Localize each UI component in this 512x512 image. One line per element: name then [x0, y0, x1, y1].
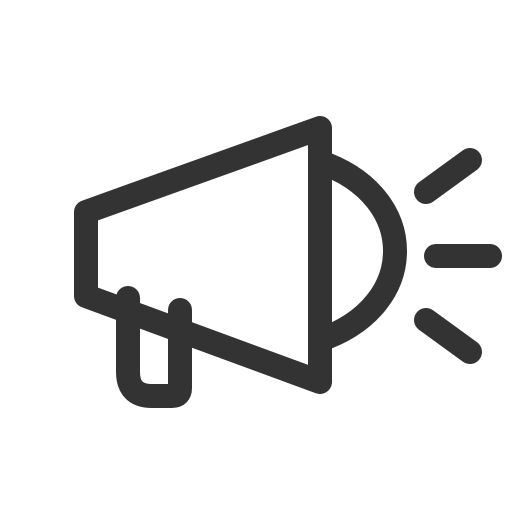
sound-line-bottom [414, 308, 482, 364]
icon-canvas [0, 0, 512, 512]
megaphone-icon [74, 116, 502, 408]
sound-line-top [414, 148, 482, 204]
